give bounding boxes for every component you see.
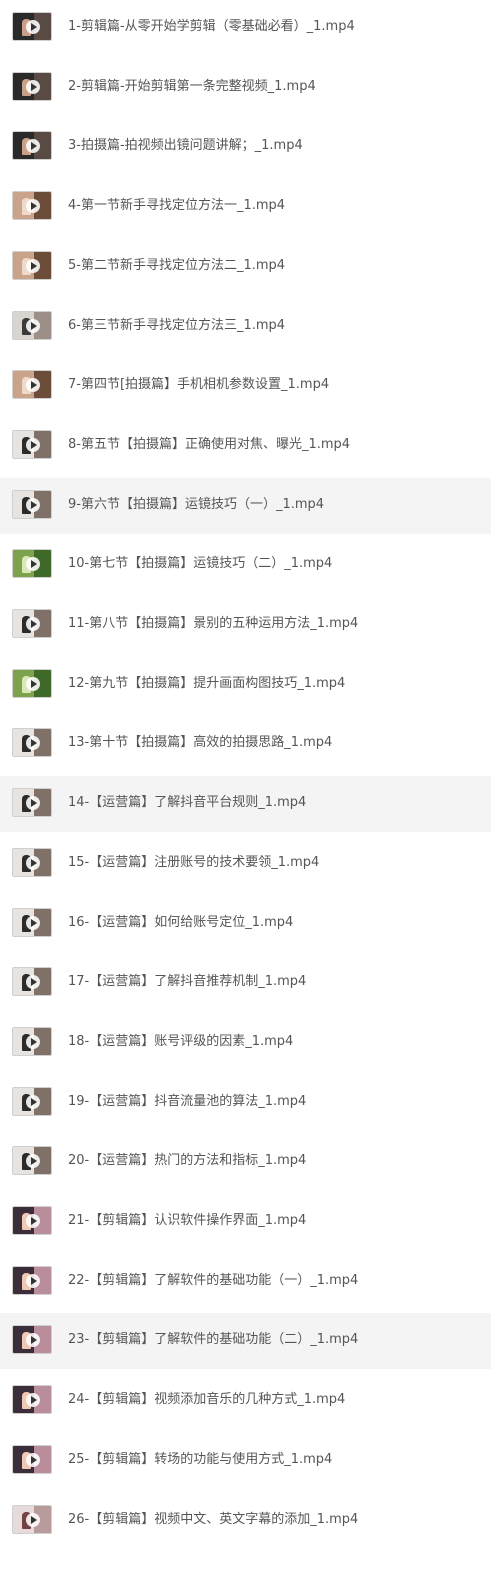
video-thumbnail[interactable] bbox=[12, 907, 52, 937]
file-name[interactable]: 7-第四节[拍摄篇】手机相机参数设置_1.mp4 bbox=[68, 376, 329, 393]
play-icon[interactable] bbox=[26, 915, 40, 930]
file-name[interactable]: 17-【运营篇】了解抖音推荐机制_1.mp4 bbox=[68, 973, 306, 990]
video-thumbnail[interactable] bbox=[12, 728, 52, 758]
video-thumbnail[interactable] bbox=[12, 1146, 52, 1176]
file-name[interactable]: 3-拍摄篇-拍视频出镜问题讲解；_1.mp4 bbox=[68, 137, 303, 154]
file-row[interactable]: 7-第四节[拍摄篇】手机相机参数设置_1.mp4 bbox=[0, 358, 491, 414]
video-thumbnail[interactable] bbox=[12, 131, 52, 161]
file-row[interactable]: 8-第五节【拍摄篇】正确使用对焦、曝光_1.mp4 bbox=[0, 418, 491, 474]
file-name[interactable]: 15-【运营篇】注册账号的技术要领_1.mp4 bbox=[68, 854, 319, 871]
play-icon[interactable] bbox=[26, 676, 40, 691]
video-thumbnail[interactable] bbox=[12, 609, 52, 638]
video-thumbnail[interactable] bbox=[12, 788, 52, 818]
play-icon[interactable] bbox=[26, 617, 40, 631]
file-row[interactable]: 6-第三节新手寻找定位方法三_1.mp4 bbox=[0, 299, 491, 355]
file-name[interactable]: 26-【剪辑篇】视频中文、英文字幕的添加_1.mp4 bbox=[68, 1511, 358, 1528]
play-icon[interactable] bbox=[26, 1512, 40, 1527]
play-icon[interactable] bbox=[26, 437, 40, 452]
file-row[interactable]: 18-【运营篇】账号评级的因素_1.mp4 bbox=[0, 1015, 491, 1071]
file-row[interactable]: 17-【运营篇】了解抖音推荐机制_1.mp4 bbox=[0, 955, 491, 1011]
file-name[interactable]: 16-【运营篇】如何给账号定位_1.mp4 bbox=[68, 914, 293, 931]
file-name[interactable]: 8-第五节【拍摄篇】正确使用对焦、曝光_1.mp4 bbox=[68, 436, 350, 453]
play-icon[interactable] bbox=[26, 1273, 40, 1288]
video-thumbnail[interactable] bbox=[12, 1325, 52, 1355]
file-row[interactable]: 23-【剪辑篇】了解软件的基础功能（二）_1.mp4 bbox=[0, 1313, 491, 1370]
play-icon[interactable] bbox=[26, 79, 40, 94]
file-row[interactable]: 5-第二节新手寻找定位方法二_1.mp4 bbox=[0, 239, 491, 295]
video-thumbnail[interactable] bbox=[12, 1086, 52, 1116]
file-row[interactable]: 21-【剪辑篇】认识软件操作界面_1.mp4 bbox=[0, 1194, 491, 1250]
file-row[interactable]: 25-【剪辑篇】转场的功能与使用方式_1.mp4 bbox=[0, 1433, 491, 1489]
file-row[interactable]: 15-【运营篇】注册账号的技术要领_1.mp4 bbox=[0, 836, 491, 892]
file-row[interactable]: 26-【剪辑篇】视频中文、英文字幕的添加_1.mp4 bbox=[0, 1493, 491, 1549]
file-name[interactable]: 22-【剪辑篇】了解软件的基础功能（一）_1.mp4 bbox=[68, 1272, 358, 1289]
play-icon[interactable] bbox=[26, 199, 40, 214]
file-name[interactable]: 12-第九节【拍摄篇】提升画面构图技巧_1.mp4 bbox=[68, 675, 345, 692]
file-row[interactable]: 1-剪辑篇-从零开始学剪辑（零基础必看）_1.mp4 bbox=[0, 0, 491, 56]
play-icon[interactable] bbox=[26, 318, 40, 333]
file-name[interactable]: 6-第三节新手寻找定位方法三_1.mp4 bbox=[68, 317, 285, 334]
file-name[interactable]: 14-【运营篇】了解抖音平台规则_1.mp4 bbox=[68, 794, 306, 811]
file-name[interactable]: 25-【剪辑篇】转场的功能与使用方式_1.mp4 bbox=[68, 1451, 332, 1468]
file-row[interactable]: 24-【剪辑篇】视频添加音乐的几种方式_1.mp4 bbox=[0, 1373, 491, 1429]
file-row[interactable]: 22-【剪辑篇】了解软件的基础功能（一）_1.mp4 bbox=[0, 1254, 491, 1310]
play-icon[interactable] bbox=[26, 258, 40, 273]
video-thumbnail[interactable] bbox=[12, 71, 52, 101]
file-name[interactable]: 11-第八节【拍摄篇】景别的五种运用方法_1.mp4 bbox=[68, 615, 358, 632]
file-row[interactable]: 2-剪辑篇-开始剪辑第一条完整视频_1.mp4 bbox=[0, 60, 491, 116]
file-row[interactable]: 12-第九节【拍摄篇】提升画面构图技巧_1.mp4 bbox=[0, 657, 491, 713]
file-name[interactable]: 5-第二节新手寻找定位方法二_1.mp4 bbox=[68, 257, 285, 274]
file-row[interactable]: 4-第一节新手寻找定位方法一_1.mp4 bbox=[0, 179, 491, 235]
file-row[interactable]: 16-【运营篇】如何给账号定位_1.mp4 bbox=[0, 896, 491, 952]
video-thumbnail[interactable] bbox=[12, 250, 52, 280]
file-name[interactable]: 23-【剪辑篇】了解软件的基础功能（二）_1.mp4 bbox=[68, 1331, 358, 1348]
file-name[interactable]: 24-【剪辑篇】视频添加音乐的几种方式_1.mp4 bbox=[68, 1391, 345, 1408]
play-icon[interactable] bbox=[26, 796, 40, 811]
file-row[interactable]: 13-第十节【拍摄篇】高效的拍摄思路_1.mp4 bbox=[0, 716, 491, 772]
video-thumbnail[interactable] bbox=[12, 847, 52, 877]
play-icon[interactable] bbox=[26, 1094, 40, 1109]
video-thumbnail[interactable] bbox=[12, 1265, 52, 1295]
video-thumbnail[interactable] bbox=[12, 1444, 52, 1474]
video-thumbnail[interactable] bbox=[12, 1206, 52, 1235]
file-name[interactable]: 20-【运营篇】热门的方法和指标_1.mp4 bbox=[68, 1152, 306, 1169]
file-name[interactable]: 13-第十节【拍摄篇】高效的拍摄思路_1.mp4 bbox=[68, 734, 332, 751]
file-name[interactable]: 10-第七节【拍摄篇】运镜技巧（二）_1.mp4 bbox=[68, 555, 332, 572]
video-thumbnail[interactable] bbox=[12, 429, 52, 459]
file-row[interactable]: 19-【运营篇】抖音流量池的算法_1.mp4 bbox=[0, 1075, 491, 1131]
video-thumbnail[interactable] bbox=[12, 1385, 52, 1415]
file-row[interactable]: 20-【运营篇】热门的方法和指标_1.mp4 bbox=[0, 1134, 491, 1190]
file-name[interactable]: 4-第一节新手寻找定位方法一_1.mp4 bbox=[68, 197, 285, 214]
video-thumbnail[interactable] bbox=[12, 1504, 52, 1534]
play-icon[interactable] bbox=[26, 1393, 40, 1408]
play-icon[interactable] bbox=[26, 20, 40, 34]
file-row[interactable]: 11-第八节【拍摄篇】景别的五种运用方法_1.mp4 bbox=[0, 597, 491, 653]
play-icon[interactable] bbox=[26, 1214, 40, 1228]
file-name[interactable]: 21-【剪辑篇】认识软件操作界面_1.mp4 bbox=[68, 1212, 306, 1229]
file-name[interactable]: 18-【运营篇】账号评级的因素_1.mp4 bbox=[68, 1033, 293, 1050]
file-row[interactable]: 3-拍摄篇-拍视频出镜问题讲解；_1.mp4 bbox=[0, 119, 491, 175]
video-thumbnail[interactable] bbox=[12, 549, 52, 579]
file-row[interactable]: 14-【运营篇】了解抖音平台规则_1.mp4 bbox=[0, 776, 491, 833]
play-icon[interactable] bbox=[26, 497, 40, 512]
file-row[interactable]: 10-第七节【拍摄篇】运镜技巧（二）_1.mp4 bbox=[0, 537, 491, 593]
video-thumbnail[interactable] bbox=[12, 1026, 52, 1056]
play-icon[interactable] bbox=[26, 855, 40, 870]
video-thumbnail[interactable] bbox=[12, 967, 52, 997]
video-thumbnail[interactable] bbox=[12, 12, 52, 41]
video-thumbnail[interactable] bbox=[12, 191, 52, 221]
file-name[interactable]: 19-【运营篇】抖音流量池的算法_1.mp4 bbox=[68, 1093, 306, 1110]
play-icon[interactable] bbox=[26, 1452, 40, 1467]
video-thumbnail[interactable] bbox=[12, 310, 52, 340]
video-thumbnail[interactable] bbox=[12, 668, 52, 698]
file-list: 1-剪辑篇-从零开始学剪辑（零基础必看）_1.mp4 2-剪辑篇-开始剪辑第一条完… bbox=[0, 0, 491, 1576]
file-row[interactable]: 9-第六节【拍摄篇】运镜技巧（一）_1.mp4 bbox=[0, 477, 491, 534]
file-name[interactable]: 2-剪辑篇-开始剪辑第一条完整视频_1.mp4 bbox=[68, 78, 316, 95]
video-thumbnail[interactable] bbox=[12, 489, 52, 519]
file-name[interactable]: 1-剪辑篇-从零开始学剪辑（零基础必看）_1.mp4 bbox=[68, 18, 355, 35]
file-name[interactable]: 9-第六节【拍摄篇】运镜技巧（一）_1.mp4 bbox=[68, 496, 324, 513]
play-icon[interactable] bbox=[26, 1034, 40, 1049]
video-thumbnail[interactable] bbox=[12, 370, 52, 400]
